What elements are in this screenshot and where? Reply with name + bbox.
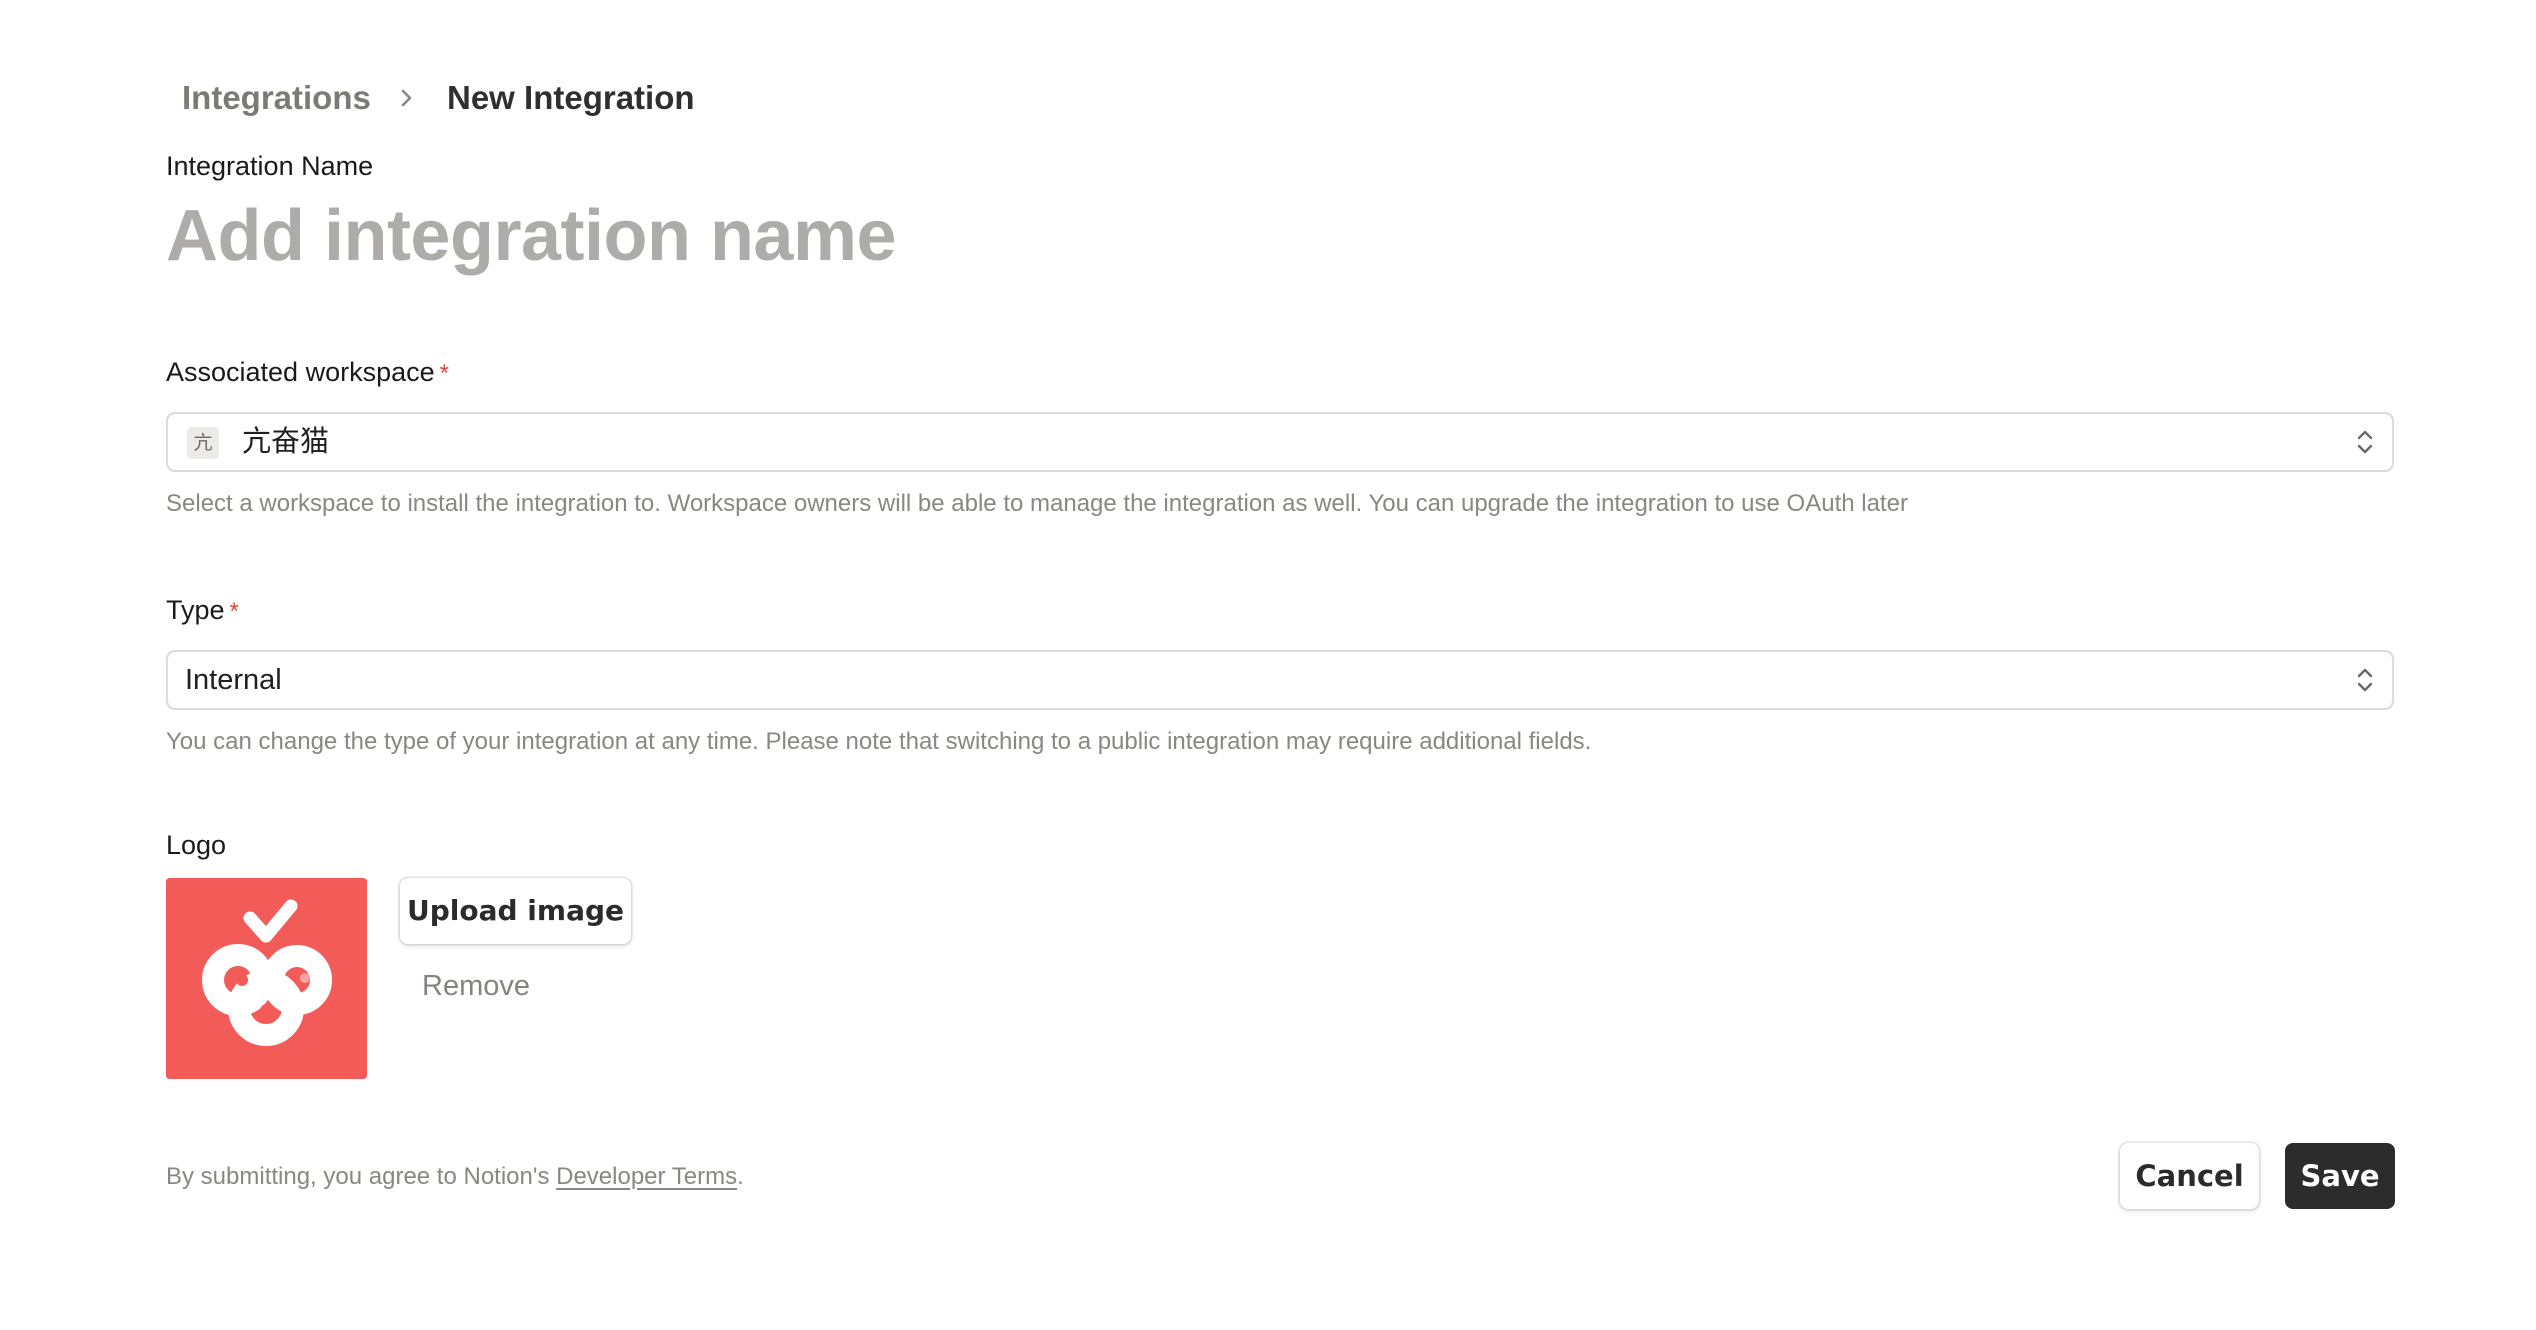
- workspace-hint: Select a workspace to install the integr…: [166, 490, 1908, 517]
- workspace-avatar: 亢: [187, 427, 219, 459]
- save-button[interactable]: Save: [2285, 1143, 2395, 1209]
- type-label: Type *: [166, 592, 239, 630]
- workspace-select-value: 亢奋猫: [242, 426, 330, 458]
- terms-suffix: .: [737, 1163, 744, 1190]
- type-hint: You can change the type of your integrat…: [166, 728, 1592, 755]
- workspace-label-text: Associated workspace: [166, 357, 435, 387]
- chevron-right-icon: [401, 89, 412, 107]
- breadcrumb-current: New Integration: [447, 79, 695, 116]
- type-label-text: Type: [166, 595, 225, 625]
- required-asterisk: *: [229, 598, 239, 625]
- logo-label: Logo: [166, 830, 227, 860]
- integration-name-label: Integration Name: [166, 151, 374, 181]
- upload-image-button[interactable]: Upload image: [400, 878, 631, 944]
- type-select-value: Internal: [185, 664, 282, 696]
- workspace-select[interactable]: 亢 亢奋猫: [166, 412, 2394, 472]
- remove-logo-button[interactable]: Remove: [422, 966, 530, 1006]
- cancel-button[interactable]: Cancel: [2120, 1143, 2259, 1209]
- integration-logo: [166, 878, 367, 1079]
- workspace-label: Associated workspace *: [166, 354, 449, 392]
- required-asterisk: *: [439, 360, 449, 387]
- terms-notice: By submitting, you agree to Notion's Dev…: [166, 1160, 744, 1194]
- terms-prefix: By submitting, you agree to Notion's: [166, 1163, 557, 1190]
- developer-terms-link[interactable]: Developer Terms: [556, 1163, 737, 1190]
- up-down-chevron-icon: [2357, 430, 2373, 454]
- breadcrumb-integrations-link[interactable]: Integrations: [182, 76, 371, 120]
- up-down-chevron-icon: [2357, 668, 2373, 692]
- integration-name-input[interactable]: Add integration name: [166, 188, 897, 284]
- logo-mark-icon: [166, 878, 367, 1079]
- type-select[interactable]: Internal: [166, 650, 2394, 710]
